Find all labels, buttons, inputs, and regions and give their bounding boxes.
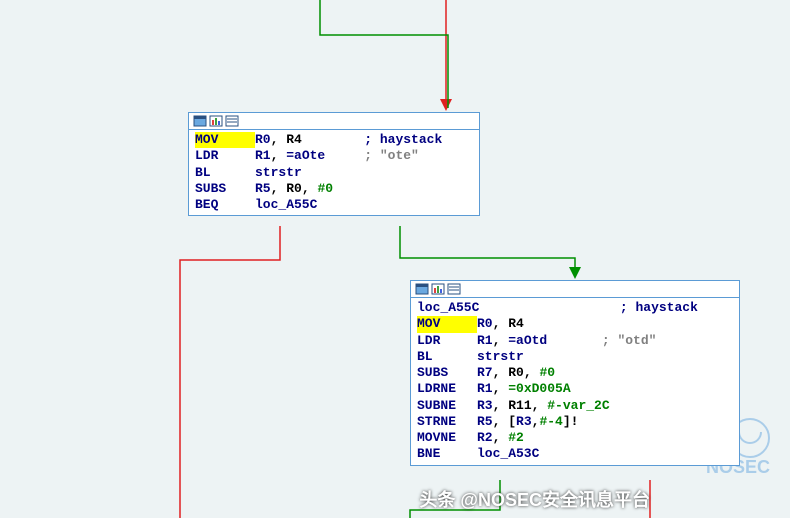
- asm-line[interactable]: LDRR1, =aOtd ; "otd": [417, 333, 733, 349]
- mnemonic: LDRNE: [417, 381, 477, 397]
- asm-line[interactable]: MOVR0, R4: [417, 316, 733, 332]
- comment: ; "ote": [364, 148, 419, 163]
- block-icon-2: [209, 115, 223, 127]
- mnemonic: MOV: [417, 316, 477, 332]
- mnemonic: MOV: [195, 132, 255, 148]
- operands: loc_A53C: [477, 446, 539, 461]
- block-icon-1: [415, 283, 429, 295]
- operands: R3, R11, #-var_2C: [477, 398, 610, 413]
- asm-line[interactable]: LDRNER1, =0xD005A: [417, 381, 733, 397]
- block-icon-3: [447, 283, 461, 295]
- block-icon-1: [193, 115, 207, 127]
- asm-line[interactable]: MOVR0, R4 ; haystack: [195, 132, 473, 148]
- asm-line[interactable]: SUBSR7, R0, #0: [417, 365, 733, 381]
- operands: R0, R4: [477, 316, 524, 331]
- mnemonic: BEQ: [195, 197, 255, 213]
- loc-label: loc_A55C: [417, 300, 479, 315]
- block-icon-2: [431, 283, 445, 295]
- operands: R7, R0, #0: [477, 365, 555, 380]
- operands: R0, R4: [255, 132, 302, 147]
- block-body: MOVR0, R4 ; haystackLDRR1, =aOte ; "ote"…: [189, 130, 479, 215]
- block-toolbar: [189, 113, 479, 130]
- graph-canvas[interactable]: MOVR0, R4 ; haystackLDRR1, =aOte ; "ote"…: [0, 0, 790, 518]
- operands: R1, =aOte: [255, 148, 325, 163]
- operands: loc_A55C: [255, 197, 317, 212]
- asm-line[interactable]: BNEloc_A53C: [417, 446, 733, 462]
- asm-line[interactable]: LDRR1, =aOte ; "ote": [195, 148, 473, 164]
- mnemonic: SUBNE: [417, 398, 477, 414]
- asm-line[interactable]: MOVNER2, #2: [417, 430, 733, 446]
- mnemonic: MOVNE: [417, 430, 477, 446]
- mnemonic: BL: [195, 165, 255, 181]
- asm-line[interactable]: BLstrstr: [195, 165, 473, 181]
- asm-line[interactable]: BEQloc_A55C: [195, 197, 473, 213]
- asm-line[interactable]: BLstrstr: [417, 349, 733, 365]
- operands: R2, #2: [477, 430, 524, 445]
- asm-line[interactable]: SUBNER3, R11, #-var_2C: [417, 398, 733, 414]
- block-body: loc_A55C ; haystackMOVR0, R4LDRR1, =aOtd…: [411, 298, 739, 465]
- mnemonic: SUBS: [417, 365, 477, 381]
- operands: R1, =0xD005A: [477, 381, 571, 396]
- loc-label-line[interactable]: loc_A55C ; haystack: [417, 300, 733, 316]
- mnemonic: BNE: [417, 446, 477, 462]
- comment: ; haystack: [620, 300, 698, 315]
- mnemonic: LDR: [417, 333, 477, 349]
- mnemonic: BL: [417, 349, 477, 365]
- comment: ; haystack: [364, 132, 442, 147]
- block-toolbar: [411, 281, 739, 298]
- basic-block-2[interactable]: loc_A55C ; haystackMOVR0, R4LDRR1, =aOtd…: [410, 280, 740, 466]
- asm-line[interactable]: SUBSR5, R0, #0: [195, 181, 473, 197]
- comment: ; "otd": [602, 333, 657, 348]
- mnemonic: STRNE: [417, 414, 477, 430]
- operands: R5, R0, #0: [255, 181, 333, 196]
- operands: R5, [R3,#-4]!: [477, 414, 578, 429]
- mnemonic: SUBS: [195, 181, 255, 197]
- basic-block-1[interactable]: MOVR0, R4 ; haystackLDRR1, =aOte ; "ote"…: [188, 112, 480, 216]
- block-icon-3: [225, 115, 239, 127]
- operands: R1, =aOtd: [477, 333, 547, 348]
- operands: strstr: [477, 349, 524, 364]
- asm-line[interactable]: STRNER5, [R3,#-4]!: [417, 414, 733, 430]
- mnemonic: LDR: [195, 148, 255, 164]
- footer-attribution: 头条 @NOSEC安全讯息平台: [419, 486, 650, 512]
- operands: strstr: [255, 165, 302, 180]
